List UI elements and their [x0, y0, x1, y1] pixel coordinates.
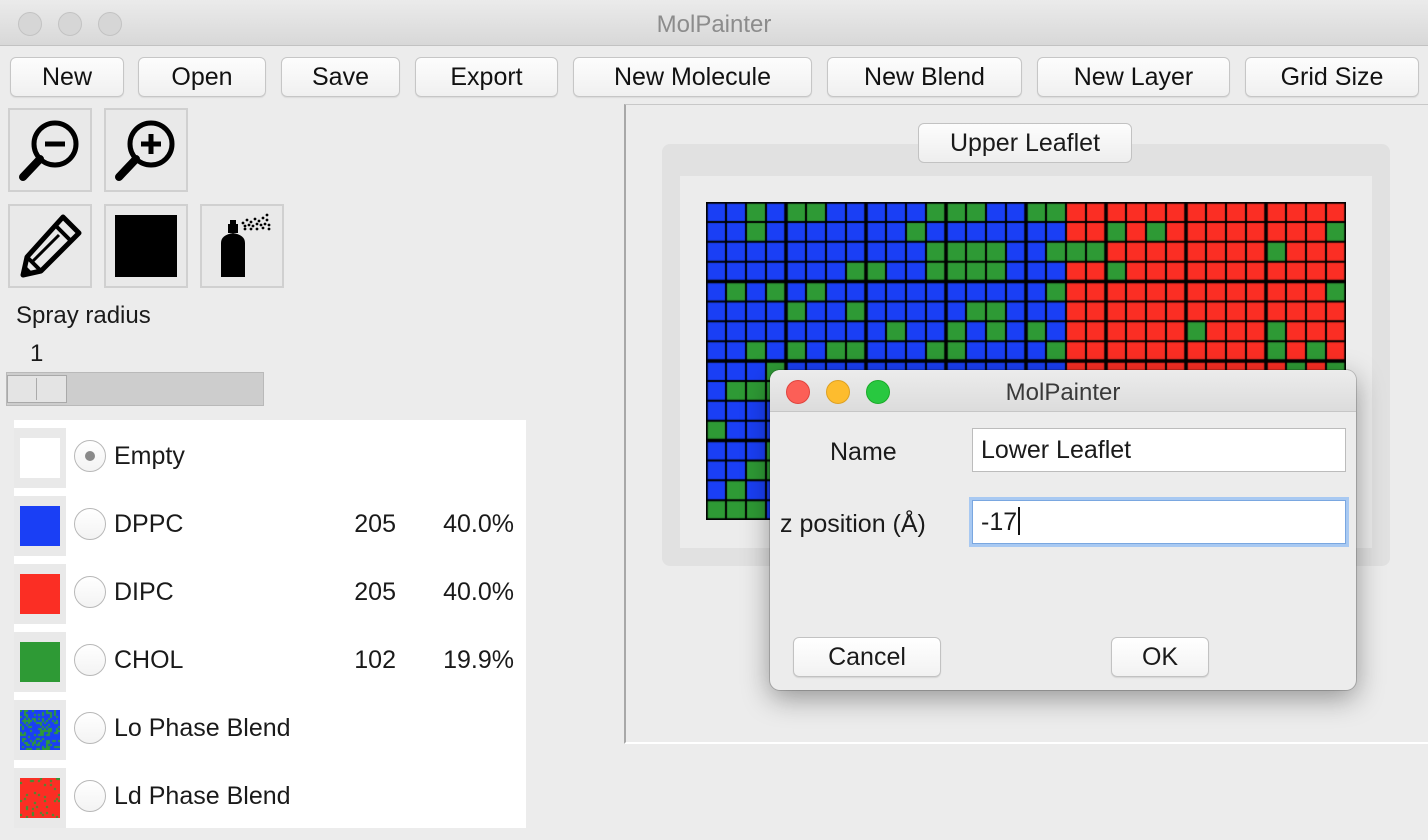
- molecule-percent: 40.0%: [443, 510, 514, 538]
- color-swatch: [20, 506, 60, 546]
- window-title: MolPainter: [656, 11, 772, 38]
- swatch-frame: [14, 768, 66, 828]
- list-item-dppc[interactable]: DPPC 205 40.0%: [14, 488, 526, 556]
- swatch-frame: [14, 700, 66, 760]
- save-button[interactable]: Save: [281, 57, 400, 97]
- spray-radius-value: 1: [30, 340, 44, 367]
- open-button[interactable]: Open: [138, 57, 266, 97]
- z-position-field[interactable]: -17: [972, 500, 1346, 544]
- name-label: Name: [830, 438, 897, 466]
- radio-chol[interactable]: [74, 644, 106, 676]
- color-swatch: [20, 438, 60, 478]
- zoom-out-icon: [19, 120, 79, 181]
- new-molecule-button[interactable]: New Molecule: [573, 57, 812, 97]
- current-color-swatch: [115, 215, 177, 277]
- name-field[interactable]: Lower Leaflet: [972, 428, 1346, 472]
- slider-thumb[interactable]: [7, 375, 67, 403]
- blend-swatch: [20, 778, 60, 818]
- list-item-ld-phase-blend[interactable]: Ld Phase Blend: [14, 760, 526, 828]
- new-layer-button[interactable]: New Layer: [1037, 57, 1230, 97]
- radio-ld-phase-blend[interactable]: [74, 780, 106, 812]
- molecule-name: Empty: [114, 442, 185, 470]
- z-position-field-value: -17: [981, 508, 1018, 536]
- pencil-tool-button[interactable]: [8, 204, 92, 288]
- main-window: MolPainter New Open Save Export New Mole…: [0, 0, 1428, 840]
- title-bar: MolPainter: [0, 0, 1428, 46]
- tab-upper-leaflet[interactable]: Upper Leaflet: [918, 123, 1132, 163]
- molecule-percent: 19.9%: [443, 646, 514, 674]
- radio-empty[interactable]: [74, 440, 106, 472]
- text-caret: [1018, 507, 1021, 536]
- pencil-icon: [20, 214, 82, 278]
- swatch-frame: [14, 428, 66, 488]
- molecule-list: Empty DPPC 205 40.0% DIPC 205 40.0% CHOL…: [14, 420, 526, 828]
- swatch-frame: [14, 564, 66, 624]
- new-layer-dialog: MolPainter Name Lower Leaflet z position…: [770, 370, 1356, 690]
- spray-radius-label: Spray radius: [16, 302, 151, 329]
- zoom-in-icon: [115, 120, 175, 181]
- molecule-name: Ld Phase Blend: [114, 782, 291, 810]
- molecule-name: DIPC: [114, 578, 174, 606]
- molecule-percent: 40.0%: [443, 578, 514, 606]
- blend-swatch: [20, 710, 60, 750]
- molecule-count: 102: [354, 646, 396, 674]
- dialog-title-bar: MolPainter: [770, 370, 1356, 412]
- dialog-title: MolPainter: [1005, 379, 1121, 406]
- radio-dppc[interactable]: [74, 508, 106, 540]
- color-swatch-button[interactable]: [104, 204, 188, 288]
- molecule-name: Lo Phase Blend: [114, 714, 291, 742]
- spray-can-icon: [221, 213, 271, 277]
- spray-radius-slider[interactable]: [6, 372, 264, 406]
- molecule-name: DPPC: [114, 510, 184, 538]
- name-field-value: Lower Leaflet: [981, 436, 1132, 464]
- list-item-dipc[interactable]: DIPC 205 40.0%: [14, 556, 526, 624]
- molecule-name: CHOL: [114, 646, 184, 674]
- new-button[interactable]: New: [10, 57, 124, 97]
- new-blend-button[interactable]: New Blend: [827, 57, 1022, 97]
- color-swatch: [20, 574, 60, 614]
- export-button[interactable]: Export: [415, 57, 558, 97]
- spray-tool-button[interactable]: [200, 204, 284, 288]
- ok-button[interactable]: OK: [1111, 637, 1209, 677]
- grid-size-button[interactable]: Grid Size: [1245, 57, 1419, 97]
- cancel-button[interactable]: Cancel: [793, 637, 941, 677]
- radio-lo-phase-blend[interactable]: [74, 712, 106, 744]
- radio-dipc[interactable]: [74, 576, 106, 608]
- list-item-lo-phase-blend[interactable]: Lo Phase Blend: [14, 692, 526, 760]
- list-item-chol[interactable]: CHOL 102 19.9%: [14, 624, 526, 692]
- zoom-out-button[interactable]: [8, 108, 92, 192]
- zoom-in-button[interactable]: [104, 108, 188, 192]
- molecule-count: 205: [354, 578, 396, 606]
- molecule-count: 205: [354, 510, 396, 538]
- swatch-frame: [14, 496, 66, 556]
- color-swatch: [20, 642, 60, 682]
- swatch-frame: [14, 632, 66, 692]
- list-item-empty[interactable]: Empty: [14, 420, 526, 488]
- z-position-label: z position (Å): [780, 510, 926, 538]
